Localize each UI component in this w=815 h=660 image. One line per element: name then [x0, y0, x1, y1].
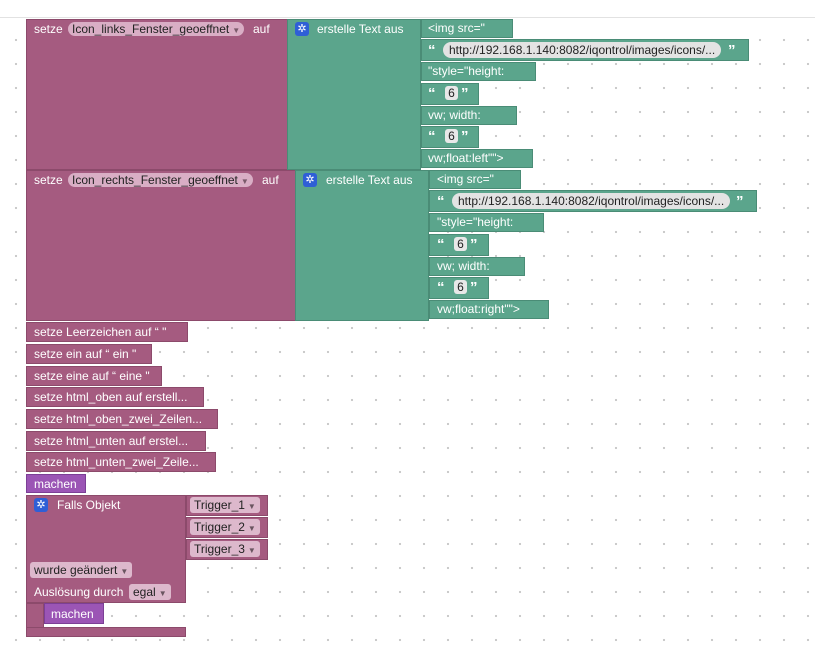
do-label: machen — [34, 477, 77, 491]
text-value: vw;float:left""> — [428, 151, 504, 165]
condition-dropdown[interactable]: wurde geändert ▼ — [30, 562, 133, 578]
create-text-block[interactable] — [295, 170, 429, 321]
variable-dropdown[interactable]: Icon_links_Fenster_geoeffnet ▼ — [68, 22, 245, 36]
set-keyword: setze — [34, 173, 63, 187]
trigger-name: Trigger_2 — [194, 520, 245, 534]
trigger-dropdown[interactable]: Trigger_1 ▼ — [190, 497, 260, 513]
to-keyword: auf — [262, 173, 279, 187]
workspace-toolbar — [0, 0, 815, 18]
gear-icon[interactable]: ✲ — [295, 22, 309, 36]
quote-open-icon: “ — [437, 279, 445, 296]
trigger-dropdown[interactable]: Trigger_2 ▼ — [190, 519, 260, 535]
variable-name: Icon_rechts_Fenster_geoeffnet — [72, 173, 238, 187]
quote-close-icon: ” — [470, 236, 478, 253]
quote-close-icon: ” — [728, 42, 736, 59]
text-value: <img src=" — [428, 21, 485, 35]
gear-icon[interactable]: ✲ — [303, 173, 317, 187]
number-text-field[interactable]: 6 — [454, 237, 467, 251]
quote-close-icon: ” — [461, 85, 469, 102]
event-title: Falls Objekt — [57, 498, 121, 512]
variable-name: Icon_links_Fenster_geoeffnet — [72, 22, 230, 36]
quote-open-icon: “ — [437, 193, 445, 210]
chevron-down-icon: ▼ — [240, 177, 249, 186]
event-block-spine — [26, 603, 44, 629]
set-block-label: setze Leerzeichen auf “ " — [34, 325, 167, 339]
set-block-label: setze html_unten auf erstel... — [34, 434, 189, 448]
number-text-field[interactable]: 6 — [454, 280, 467, 294]
chevron-down-icon: ▼ — [247, 546, 256, 555]
set-block-label: setze ein auf “ ein " — [34, 347, 137, 361]
cause-dropdown[interactable]: egal ▼ — [129, 584, 171, 600]
text-value: <img src=" — [437, 172, 494, 186]
chevron-down-icon: ▼ — [158, 589, 167, 598]
do-label: machen — [51, 607, 94, 621]
chevron-down-icon: ▼ — [120, 567, 129, 576]
quote-close-icon: ” — [461, 128, 469, 145]
gear-icon[interactable]: ✲ — [34, 498, 48, 512]
event-block-footer — [26, 627, 186, 637]
url-text-field[interactable]: http://192.168.1.140:8082/iqontrol/image… — [443, 42, 722, 58]
text-value: "style="height: — [437, 215, 514, 229]
chevron-down-icon: ▼ — [247, 524, 256, 533]
set-block-icon-rechts[interactable] — [26, 170, 296, 321]
create-text-label: erstelle Text aus — [326, 173, 413, 187]
trigger-name: Trigger_3 — [194, 542, 245, 556]
quote-open-icon: “ — [428, 85, 436, 102]
text-value: vw; width: — [437, 259, 490, 273]
create-text-block[interactable] — [287, 19, 421, 170]
set-block-icon-links[interactable] — [26, 19, 288, 170]
trigger-name: Trigger_1 — [194, 498, 245, 512]
url-text-field[interactable]: http://192.168.1.140:8082/iqontrol/image… — [452, 193, 731, 209]
quote-open-icon: “ — [437, 236, 445, 253]
cause-label: Auslösung durch — [34, 585, 124, 599]
chevron-down-icon: ▼ — [232, 26, 241, 35]
set-block-label: setze html_unten_zwei_Zeile... — [34, 455, 199, 469]
set-block-label: setze html_oben auf erstell... — [34, 390, 188, 404]
set-block-label: setze eine auf “ eine " — [34, 369, 150, 383]
cause-value: egal — [133, 585, 156, 599]
trigger-dropdown[interactable]: Trigger_3 ▼ — [190, 541, 260, 557]
text-value: vw; width: — [428, 108, 481, 122]
quote-close-icon: ” — [736, 193, 744, 210]
quote-open-icon: “ — [428, 128, 436, 145]
number-text-field[interactable]: 6 — [445, 129, 458, 143]
text-value: vw;float:right""> — [437, 302, 520, 316]
text-value: "style="height: — [428, 64, 505, 78]
quote-close-icon: ” — [470, 279, 478, 296]
to-keyword: auf — [253, 22, 270, 36]
condition-value: wurde geändert — [34, 563, 118, 577]
number-text-field[interactable]: 6 — [445, 86, 458, 100]
quote-open-icon: “ — [428, 42, 436, 59]
set-keyword: setze — [34, 22, 63, 36]
create-text-label: erstelle Text aus — [317, 22, 404, 36]
chevron-down-icon: ▼ — [247, 502, 256, 511]
set-block-label: setze html_oben_zwei_Zeilen... — [34, 412, 203, 426]
variable-dropdown[interactable]: Icon_rechts_Fenster_geoeffnet ▼ — [68, 173, 253, 187]
